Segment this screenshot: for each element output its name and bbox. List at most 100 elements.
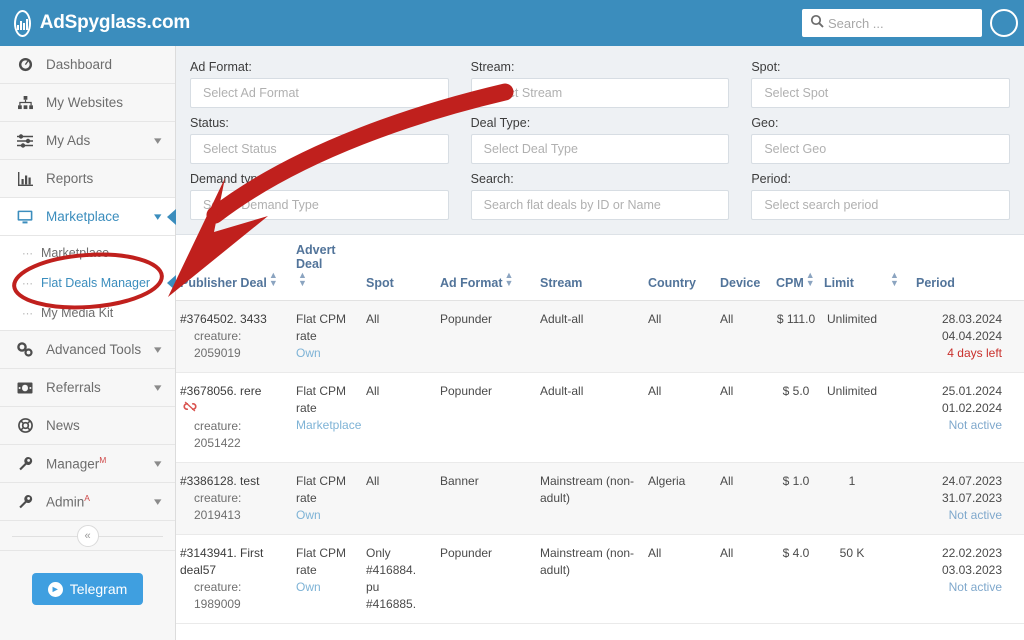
chevron-down-icon[interactable]: ▾ (155, 381, 162, 394)
filter-search-input[interactable]: Search flat deals by ID or Name (470, 190, 730, 220)
brand[interactable]: AdSpyglass.com (0, 0, 190, 46)
advert-deal-link[interactable]: Own (296, 345, 358, 362)
filter-period-select[interactable]: Select search period (751, 190, 1010, 220)
table-row[interactable]: #3764502. 3433 creature: 2059019 Flat CP… (176, 300, 1024, 373)
cell-publisher-deal: #3764502. 3433 creature: 2059019 (176, 300, 292, 373)
chevron-down-icon[interactable]: ▾ (155, 457, 162, 470)
table-row[interactable]: #3386128. test creature: 2019413 Flat CP… (176, 462, 1024, 535)
col-device[interactable]: Device (716, 235, 772, 301)
filter-spot-select[interactable]: Select Spot (751, 78, 1010, 108)
dash-icon: ⋯ (22, 307, 33, 320)
sidebar-item-advanced-tools[interactable]: Advanced Tools ▾ (0, 331, 175, 369)
global-search[interactable] (802, 9, 982, 37)
main-content: Ad Format: Select Ad Format Stream: Sele… (176, 46, 1024, 640)
sidebar-label: Reports (46, 171, 94, 186)
filter-demand-type-select[interactable]: Select Demand Type (190, 190, 449, 220)
col-period[interactable]: Period (912, 235, 1024, 301)
col-publisher-deal[interactable]: Publisher Deal ▲ ▼ (176, 235, 292, 301)
cell-publisher-deal: #3386128. test creature: 2019413 (176, 462, 292, 535)
filter-ad-format-select[interactable]: Select Ad Format (190, 78, 449, 108)
sort-icon[interactable]: ▲ ▼ (806, 271, 815, 288)
filter-label: Ad Format: (190, 60, 252, 74)
deals-table-scroll[interactable]: Publisher Deal ▲ ▼ Advert Deal ▲ ▼ Spot Ad … (176, 235, 1024, 625)
filter-label: Geo: (751, 116, 779, 130)
col-ad-format[interactable]: Ad Format ▲ ▼ (436, 235, 536, 301)
lifebuoy-icon (14, 418, 36, 433)
cell-spot: Only #416884. pu #416885. (362, 534, 436, 624)
col-cpm[interactable]: CPM ▲ ▼ (772, 235, 820, 301)
cell-country: All (644, 300, 716, 373)
cell-cpm: $ 5.0 (772, 372, 820, 463)
user-avatar-icon[interactable] (990, 9, 1018, 37)
wrench-icon (14, 494, 36, 509)
filter-geo-select[interactable]: Select Geo (751, 134, 1010, 164)
col-country[interactable]: Country (644, 235, 716, 301)
col-sort-extra[interactable]: ▲ ▼ (884, 235, 912, 301)
telegram-label: Telegram (69, 581, 128, 597)
filters-panel: Ad Format: Select Ad Format Stream: Sele… (176, 46, 1024, 235)
collapse-sidebar-button[interactable]: « (76, 524, 99, 547)
filter-label: Stream: (470, 60, 515, 74)
sidebar: Dashboard My Websites My Ads ▾ Reports M… (0, 46, 176, 640)
cell-stream: Adult-all (536, 372, 644, 463)
search-input[interactable] (824, 11, 964, 35)
table-row[interactable]: #3143941. First deal57 creature: 1989009… (176, 534, 1024, 624)
cell-spacer (884, 372, 912, 463)
period-status: Not active (948, 580, 1002, 594)
sidebar-item-my-ads[interactable]: My Ads ▾ (0, 122, 175, 160)
chevron-down-icon[interactable]: ▾ (155, 343, 162, 356)
cell-advert-deal: Flat CPM rate Own (292, 462, 362, 535)
sidebar-item-reports[interactable]: Reports (0, 160, 175, 198)
sidebar-item-flat-deals-manager[interactable]: ⋯ Flat Deals Manager (0, 268, 176, 298)
period-status: Not active (948, 508, 1002, 522)
sidebar-item-my-websites[interactable]: My Websites (0, 84, 175, 122)
sidebar-label: Dashboard (46, 57, 113, 72)
sidebar-sublabel: My Media Kit (41, 306, 114, 320)
cell-period: 24.07.2023 31.07.2023 Not active (912, 462, 1024, 535)
sort-icon[interactable]: ▲ ▼ (890, 271, 899, 288)
sort-icon[interactable]: ▲ ▼ (505, 271, 514, 288)
chevron-down-icon[interactable]: ▾ (155, 210, 162, 223)
sidebar-label: News (46, 418, 80, 433)
deals-table-head: Publisher Deal ▲ ▼ Advert Deal ▲ ▼ Spot Ad … (176, 235, 1024, 301)
cell-publisher-deal: #3678056. rere creature: 2051422 (176, 372, 292, 463)
sort-icon[interactable]: ▲ ▼ (269, 271, 278, 288)
table-row[interactable]: #3678056. rere creature: 2051422 Flat CP… (176, 372, 1024, 463)
advert-deal-link[interactable]: Own (296, 507, 358, 524)
app-root: AdSpyglass.com Dashboard My W (0, 0, 1024, 640)
sidebar-item-referrals[interactable]: Referrals ▾ (0, 369, 175, 407)
sidebar-collapse-row: « (0, 521, 175, 551)
sidebar-item-marketplace[interactable]: Marketplace ▾ (0, 198, 176, 236)
col-stream[interactable]: Stream (536, 235, 644, 301)
cell-limit: Unlimited (820, 300, 884, 373)
advert-deal-link[interactable]: Marketplace (296, 417, 361, 434)
telegram-button[interactable]: ► Telegram (31, 573, 144, 605)
bar-chart-icon (14, 171, 36, 186)
sidebar-item-my-media-kit[interactable]: ⋯ My Media Kit (0, 298, 175, 328)
sidebar-item-manager[interactable]: ManagerM ▾ (0, 445, 175, 483)
cell-spacer (884, 462, 912, 535)
cell-stream: Mainstream (non-adult) (536, 534, 644, 624)
col-spot[interactable]: Spot (362, 235, 436, 301)
active-pointer-icon (167, 275, 176, 291)
sidebar-item-dashboard[interactable]: Dashboard (0, 46, 175, 84)
active-pointer-icon (167, 208, 176, 225)
search-icon (810, 14, 824, 33)
advert-deal-link[interactable]: Own (296, 579, 358, 596)
chevron-down-icon[interactable]: ▾ (155, 495, 162, 508)
col-limit[interactable]: Limit (820, 235, 884, 301)
cell-spot: All (362, 372, 436, 463)
col-advert-deal[interactable]: Advert Deal ▲ ▼ (292, 235, 362, 301)
sort-icon[interactable]: ▲ ▼ (298, 271, 307, 288)
deals-table-body: #3764502. 3433 creature: 2059019 Flat CP… (176, 300, 1024, 624)
period-status: 4 days left (947, 346, 1002, 360)
filter-spot: Spot: Select Spot (751, 56, 1010, 108)
filter-stream-select[interactable]: Select Stream (470, 78, 730, 108)
sidebar-item-marketplace-sub[interactable]: ⋯ Marketplace (0, 238, 175, 268)
chevron-down-icon[interactable]: ▾ (155, 134, 162, 147)
filter-label: Status: (190, 116, 229, 130)
filter-deal-type-select[interactable]: Select Deal Type (470, 134, 730, 164)
sidebar-item-news[interactable]: News (0, 407, 175, 445)
filter-status-select[interactable]: Select Status (190, 134, 449, 164)
sidebar-item-admin[interactable]: AdminA ▾ (0, 483, 175, 521)
